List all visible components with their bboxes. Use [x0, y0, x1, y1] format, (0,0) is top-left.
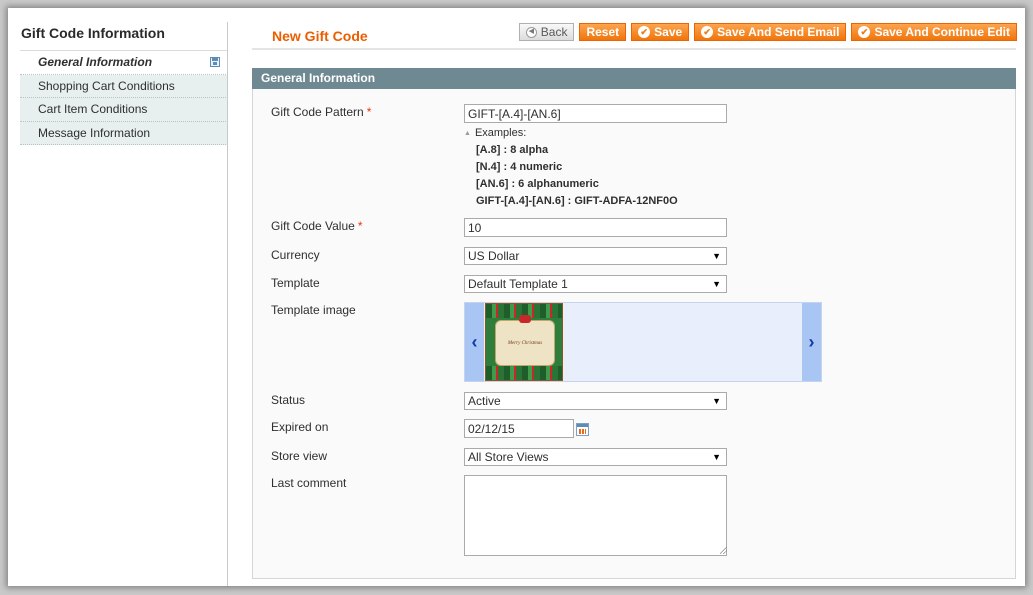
collapse-triangle-icon: ▲ — [464, 130, 471, 137]
gift-code-value-label: Gift Code Value * — [271, 219, 363, 233]
tab-label: General Information — [38, 55, 153, 69]
card-text: Merry Christmas — [507, 340, 543, 346]
page-title: New Gift Code — [272, 28, 368, 44]
checkmark-icon: ✔ — [638, 26, 651, 38]
carousel-prev-button[interactable]: ‹ — [465, 303, 484, 381]
save-and-continue-label: Save And Continue Edit — [874, 25, 1010, 39]
example-line: GIFT-[A.4]-[AN.6] : GIFT-ADFA-12NF0O — [476, 195, 678, 207]
expired-on-input[interactable] — [464, 419, 574, 438]
last-comment-label: Last comment — [271, 476, 347, 490]
tab-cart-item-conditions[interactable]: Cart Item Conditions — [20, 98, 228, 122]
dropdown-arrow-icon: ▼ — [712, 452, 721, 462]
reset-button-label: Reset — [586, 25, 620, 39]
sidebar-divider — [227, 22, 228, 586]
toolbar: ◀ Back Reset ✔ Save ✔ Save And Send Emai… — [518, 23, 1017, 41]
save-button[interactable]: ✔ Save — [631, 23, 690, 41]
label-text: Gift Code Pattern — [271, 105, 364, 119]
back-button-label: Back — [540, 25, 568, 39]
save-icon — [210, 57, 220, 67]
currency-select[interactable]: US Dollar ▼ — [464, 247, 727, 265]
section-header: General Information — [252, 68, 1016, 89]
garland-decoration — [486, 366, 562, 380]
carousel-next-button[interactable]: › — [802, 303, 821, 381]
dropdown-arrow-icon: ▼ — [712, 251, 721, 261]
label-text: Gift Code Value — [271, 219, 355, 233]
checkmark-icon: ✔ — [701, 26, 714, 38]
required-mark: * — [357, 219, 363, 233]
save-button-label: Save — [654, 25, 683, 39]
save-and-send-email-button[interactable]: ✔ Save And Send Email — [694, 23, 847, 41]
tab-message-information[interactable]: Message Information — [20, 121, 228, 145]
tab-general-information[interactable]: General Information — [20, 51, 228, 75]
calendar-icon[interactable] — [576, 423, 589, 436]
template-thumbnail[interactable]: Merry Christmas — [485, 303, 563, 381]
example-line: [N.4] : 4 numeric — [476, 161, 563, 173]
expired-on-label: Expired on — [271, 420, 329, 434]
sidebar: Gift Code Information General Informatio… — [20, 22, 228, 145]
reset-button[interactable]: Reset — [579, 23, 627, 41]
tab-label: Shopping Cart Conditions — [38, 78, 175, 93]
select-value: Active — [468, 394, 501, 408]
examples-heading[interactable]: ▲ Examples: — [464, 125, 678, 142]
template-image-carousel: ‹ Merry Christmas › — [464, 302, 822, 382]
sidebar-title: Gift Code Information — [20, 22, 228, 51]
gift-code-pattern-input[interactable] — [464, 104, 727, 123]
tab-label: Message Information — [38, 125, 151, 140]
chevron-right-icon: › — [808, 331, 815, 352]
required-mark: * — [366, 105, 372, 119]
dropdown-arrow-icon: ▼ — [712, 279, 721, 289]
tab-shopping-cart-conditions[interactable]: Shopping Cart Conditions — [20, 74, 228, 98]
tab-label: Cart Item Conditions — [38, 102, 148, 116]
store-view-select[interactable]: All Store Views ▼ — [464, 448, 727, 466]
header-divider — [252, 48, 1016, 50]
pattern-examples: ▲ Examples: [A.8] : 8 alpha [N.4] : 4 nu… — [464, 125, 678, 210]
gift-code-pattern-label: Gift Code Pattern * — [271, 105, 371, 119]
template-select[interactable]: Default Template 1 ▼ — [464, 275, 727, 293]
select-value: All Store Views — [468, 450, 549, 464]
example-line: [AN.6] : 6 alphanumeric — [476, 178, 599, 190]
app-frame: Gift Code Information General Informatio… — [8, 8, 1025, 586]
examples-heading-text: Examples: — [474, 127, 527, 139]
status-label: Status — [271, 393, 306, 407]
sidebar-tabs: General Information Shopping Cart Condit… — [20, 51, 228, 145]
chevron-left-icon: ‹ — [471, 331, 478, 352]
select-value: US Dollar — [468, 249, 520, 263]
greeting-card: Merry Christmas — [495, 320, 555, 366]
currency-label: Currency — [271, 248, 320, 262]
last-comment-textarea[interactable] — [464, 475, 727, 556]
back-button[interactable]: ◀ Back — [518, 23, 575, 41]
template-label: Template — [271, 276, 320, 290]
example-line: [A.8] : 8 alpha — [476, 144, 549, 156]
checkmark-icon: ✔ — [858, 26, 871, 38]
dropdown-arrow-icon: ▼ — [712, 396, 721, 406]
save-and-continue-button[interactable]: ✔ Save And Continue Edit — [851, 23, 1017, 41]
template-image-label: Template image — [271, 303, 356, 317]
status-select[interactable]: Active ▼ — [464, 392, 727, 410]
back-arrow-icon: ◀ — [525, 26, 537, 38]
store-view-label: Store view — [271, 449, 328, 463]
select-value: Default Template 1 — [468, 277, 568, 291]
bow-icon — [519, 315, 531, 323]
gift-code-value-input[interactable] — [464, 218, 727, 237]
resize-grip-icon[interactable] — [720, 547, 727, 554]
save-and-send-email-label: Save And Send Email — [717, 25, 840, 39]
